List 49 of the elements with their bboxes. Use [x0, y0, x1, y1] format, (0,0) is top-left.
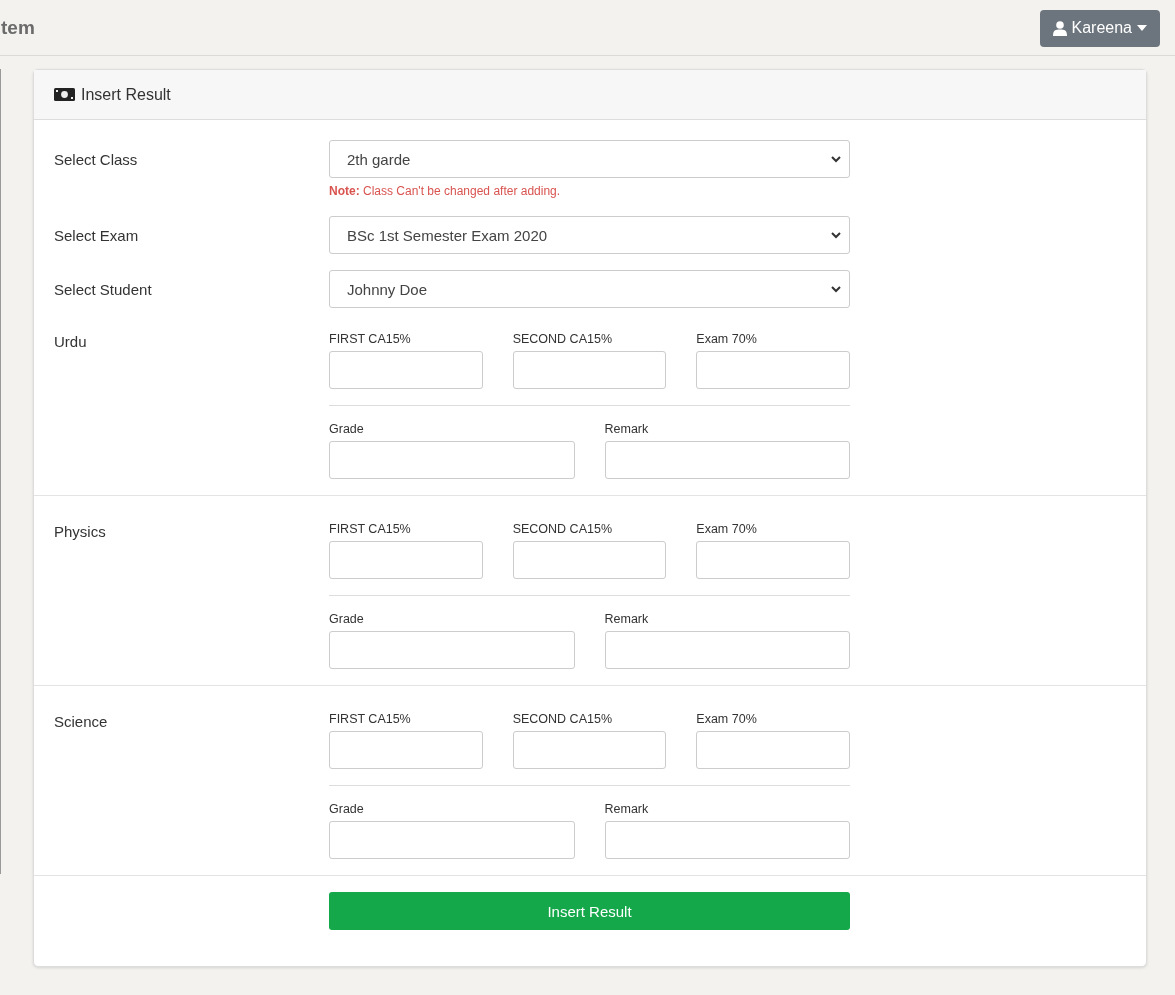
select-field[interactable]: 2th garde [329, 140, 850, 178]
field-label: Exam 70% [696, 331, 758, 348]
input-field[interactable] [604, 821, 850, 859]
select-field[interactable]: BSc 1st Semester Exam 2020 [329, 216, 850, 254]
input-field[interactable] [696, 731, 850, 769]
subject-name: Science [54, 712, 109, 732]
field-label: Select Class [54, 150, 139, 170]
input-field[interactable] [329, 631, 575, 669]
field-label: SECOND CA15% [512, 521, 613, 538]
input-field[interactable] [512, 351, 667, 389]
app-title: tem [1, 16, 35, 39]
field-label: Grade [329, 421, 365, 438]
field-label: Remark [604, 611, 650, 628]
note-text: Note: Class Can't be changed after adding. [329, 184, 562, 198]
input-field[interactable] [329, 731, 483, 769]
caret-icon [1137, 25, 1147, 31]
card-title: Insert Result [81, 85, 171, 104]
field-label: Grade [329, 611, 365, 628]
field-label: Grade [329, 801, 365, 818]
field-label: Select Exam [54, 226, 140, 246]
input-field[interactable] [604, 631, 850, 669]
field-label: Select Student [54, 280, 153, 300]
input-field[interactable] [329, 351, 483, 389]
input-field[interactable] [329, 541, 483, 579]
input-field[interactable] [512, 541, 667, 579]
field-label: FIRST CA15% [329, 331, 412, 348]
field-label: Exam 70% [696, 521, 758, 538]
subject-name: Physics [54, 522, 107, 542]
input-field[interactable] [512, 731, 667, 769]
field-label: FIRST CA15% [329, 711, 412, 728]
input-field[interactable] [696, 351, 850, 389]
input-field[interactable] [696, 541, 850, 579]
field-label: Remark [604, 801, 650, 818]
input-field[interactable] [329, 821, 575, 859]
field-label: SECOND CA15% [512, 331, 613, 348]
banknote-icon [54, 88, 75, 101]
user-icon [1052, 20, 1067, 36]
select-field[interactable]: Johnny Doe [329, 270, 850, 308]
user-menu-button[interactable]: Kareena [1039, 9, 1160, 47]
field-label: Exam 70% [696, 711, 758, 728]
input-field[interactable] [604, 441, 850, 479]
field-label: FIRST CA15% [329, 521, 412, 538]
field-label: Remark [604, 421, 650, 438]
field-label: SECOND CA15% [512, 711, 613, 728]
chevron-down-icon [831, 155, 841, 163]
subject-name: Urdu [54, 332, 88, 352]
chevron-down-icon [831, 285, 841, 293]
chevron-down-icon [831, 231, 841, 239]
input-field[interactable] [329, 441, 575, 479]
